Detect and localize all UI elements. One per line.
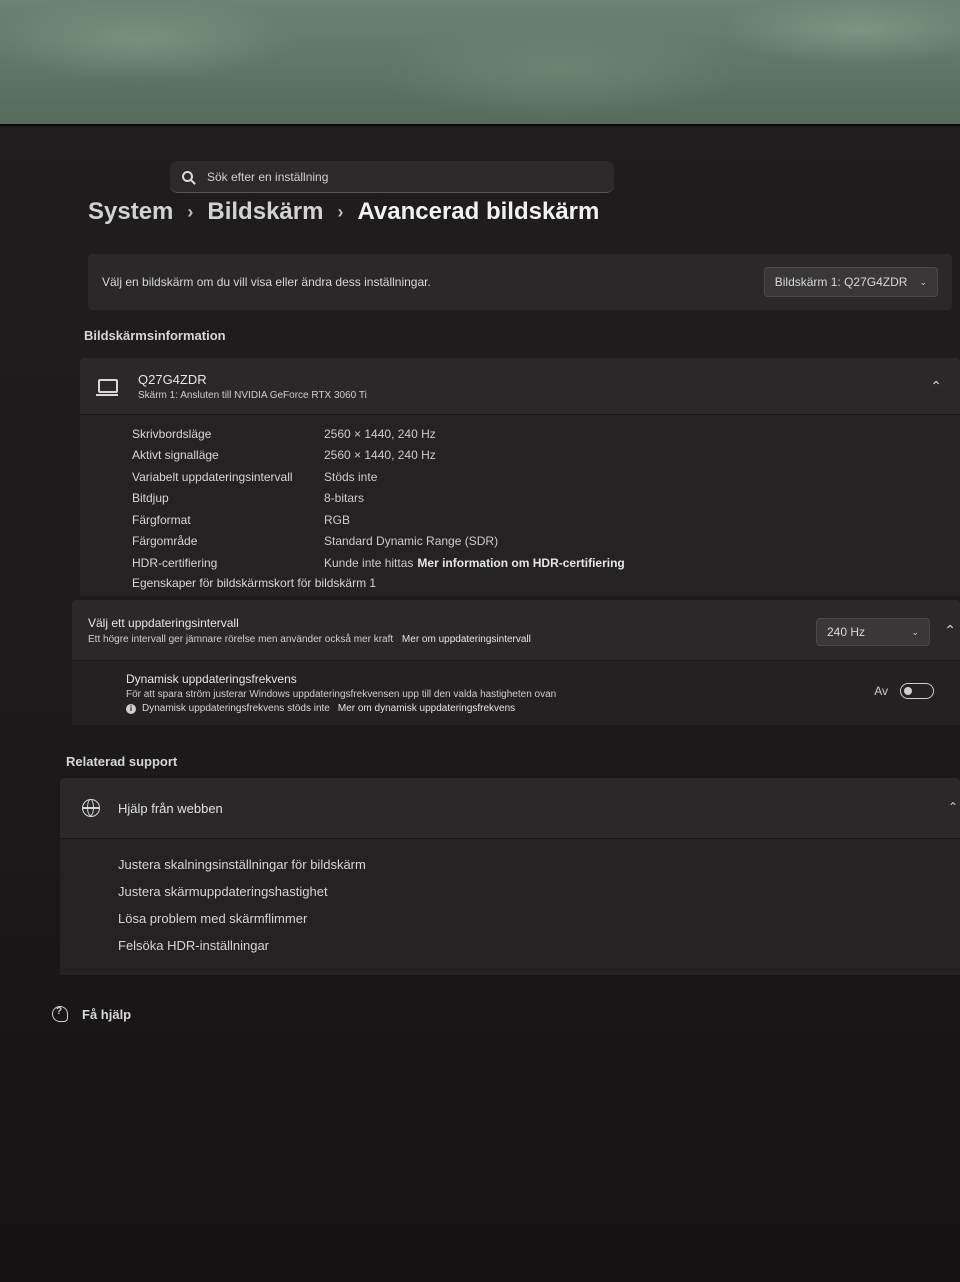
page-title: Avancerad bildskärm xyxy=(357,198,600,225)
settings-window: System › Bildskärm › Avancerad bildskärm… xyxy=(0,124,960,1282)
dynamic-refresh-note: i Dynamisk uppdateringsfrekvens stöds in… xyxy=(126,703,556,714)
refresh-rate-description: Ett högre intervall ger jämnare rörelse … xyxy=(88,633,394,645)
monitor-connection: Skärm 1: Ansluten till NVIDIA GeForce RT… xyxy=(138,389,367,401)
display-info-body: Skrivbordsläge 2560 × 1440, 240 Hz Aktiv… xyxy=(80,415,960,596)
display-dropdown[interactable]: Bildskärm 1: Q27G4ZDR ⌄ xyxy=(763,267,938,297)
dynamic-refresh-title: Dynamisk uppdateringsfrekvens xyxy=(126,672,297,686)
info-row: Bitdjup 8-bitars xyxy=(132,488,960,510)
info-row: Färgformat RGB xyxy=(132,509,960,531)
info-label: Variabelt uppdateringsintervall xyxy=(132,469,293,484)
support-link[interactable]: Lösa problem med skärmflimmer xyxy=(118,911,960,938)
dynamic-refresh-link[interactable]: Mer om dynamisk uppdateringsfrekvens xyxy=(338,703,515,714)
monitor-icon xyxy=(96,379,118,396)
dynamic-refresh-note-text: Dynamisk uppdateringsfrekvens stöds inte xyxy=(142,703,330,714)
info-row: Färgområde Standard Dynamic Range (SDR) xyxy=(132,531,960,553)
info-value: Standard Dynamic Range (SDR) xyxy=(324,534,499,549)
chevron-down-icon: ⌄ xyxy=(919,276,927,287)
support-link[interactable]: Justera skalningsinställningar för bilds… xyxy=(118,857,960,884)
web-help-links: Justera skalningsinställningar för bilds… xyxy=(60,839,960,975)
toggle-state-label: Av xyxy=(874,684,888,698)
adapter-properties-link[interactable]: Egenskaper för bildskärmskort för bildsk… xyxy=(132,576,960,590)
chevron-up-icon[interactable]: ⌃ xyxy=(944,622,956,639)
display-info-header[interactable]: Q27G4ZDR Skärm 1: Ansluten till NVIDIA G… xyxy=(80,358,960,415)
info-row: HDR-certifiering Kunde inte hittas Mer i… xyxy=(132,552,960,574)
display-info-heading: Bildskärmsinformation xyxy=(84,328,226,343)
refresh-rate-subtitle: Ett högre intervall ger jämnare rörelse … xyxy=(88,634,531,645)
search-box[interactable] xyxy=(170,161,614,193)
dynamic-refresh-row: Dynamisk uppdateringsfrekvens För att sp… xyxy=(72,661,960,725)
breadcrumb-separator: › xyxy=(337,201,344,222)
breadcrumb-display[interactable]: Bildskärm xyxy=(207,198,323,226)
support-link[interactable]: Felsöka HDR-inställningar xyxy=(118,938,960,965)
breadcrumb: System › Bildskärm › Avancerad bildskärm xyxy=(88,198,599,226)
info-label: Färgområde xyxy=(132,534,198,549)
dynamic-refresh-toggle-group: Av xyxy=(874,683,934,699)
info-label: Färgformat xyxy=(132,512,191,527)
refresh-rate-header: Välj ett uppdateringsintervall Ett högre… xyxy=(72,600,960,661)
chevron-up-icon[interactable]: ⌃ xyxy=(930,378,942,395)
search-icon xyxy=(182,171,193,182)
refresh-rate-value: 240 Hz xyxy=(827,625,866,639)
related-support-heading: Relaterad support xyxy=(66,754,178,769)
dynamic-refresh-toggle[interactable] xyxy=(900,683,934,699)
refresh-rate-dropdown[interactable]: 240 Hz ⌄ xyxy=(816,618,930,646)
search-input[interactable] xyxy=(205,168,589,185)
info-value: 8-bitars xyxy=(324,491,365,506)
help-icon xyxy=(52,1006,68,1022)
refresh-rate-title: Välj ett uppdateringsintervall xyxy=(88,615,239,630)
info-label: Bitdjup xyxy=(132,491,169,506)
dynamic-refresh-subtitle: För att spara ström justerar Windows upp… xyxy=(126,689,557,700)
support-link[interactable]: Justera skärmuppdateringshastighet xyxy=(118,884,960,911)
display-info-card: Q27G4ZDR Skärm 1: Ansluten till NVIDIA G… xyxy=(80,358,960,596)
info-value: RGB xyxy=(324,512,351,527)
get-help-link[interactable]: Få hjälp xyxy=(52,1006,131,1022)
info-label: Skrivbordsläge xyxy=(132,426,212,441)
display-dropdown-value: Bildskärm 1: Q27G4ZDR xyxy=(774,275,908,289)
info-label: HDR-certifiering xyxy=(132,555,218,570)
info-label: Aktivt signalläge xyxy=(132,448,219,463)
breadcrumb-system[interactable]: System xyxy=(88,198,173,226)
get-help-label: Få hjälp xyxy=(82,1006,132,1022)
display-select-card: Välj en bildskärm om du vill visa eller … xyxy=(88,254,952,310)
refresh-rate-link[interactable]: Mer om uppdateringsintervall xyxy=(402,634,531,645)
chevron-down-icon: ⌄ xyxy=(911,626,919,637)
background-surface xyxy=(0,0,960,140)
info-icon: i xyxy=(126,703,136,714)
info-row: Variabelt uppdateringsintervall Stöds in… xyxy=(132,466,960,488)
info-value: Stöds inte xyxy=(324,469,378,484)
web-help-title: Hjälp från webben xyxy=(118,800,223,816)
related-support-card: Hjälp från webben ⌃ Justera skalningsins… xyxy=(60,778,960,975)
info-value: 2560 × 1440, 240 Hz xyxy=(324,448,436,463)
hdr-info-link[interactable]: Mer information om HDR-certifiering xyxy=(417,556,624,570)
breadcrumb-separator: › xyxy=(187,201,194,222)
web-help-header[interactable]: Hjälp från webben ⌃ xyxy=(60,778,960,839)
refresh-rate-card: Välj ett uppdateringsintervall Ett högre… xyxy=(72,600,960,725)
info-row: Aktivt signalläge 2560 × 1440, 240 Hz xyxy=(132,445,960,467)
display-select-prompt: Välj en bildskärm om du vill visa eller … xyxy=(102,275,431,289)
globe-icon xyxy=(82,799,100,817)
info-value: 2560 × 1440, 240 Hz xyxy=(324,426,436,441)
info-row: Skrivbordsläge 2560 × 1440, 240 Hz xyxy=(132,423,960,445)
chevron-up-icon[interactable]: ⌃ xyxy=(948,800,958,814)
info-value: Kunde inte hittas xyxy=(324,555,414,570)
monitor-name: Q27G4ZDR xyxy=(138,371,207,387)
